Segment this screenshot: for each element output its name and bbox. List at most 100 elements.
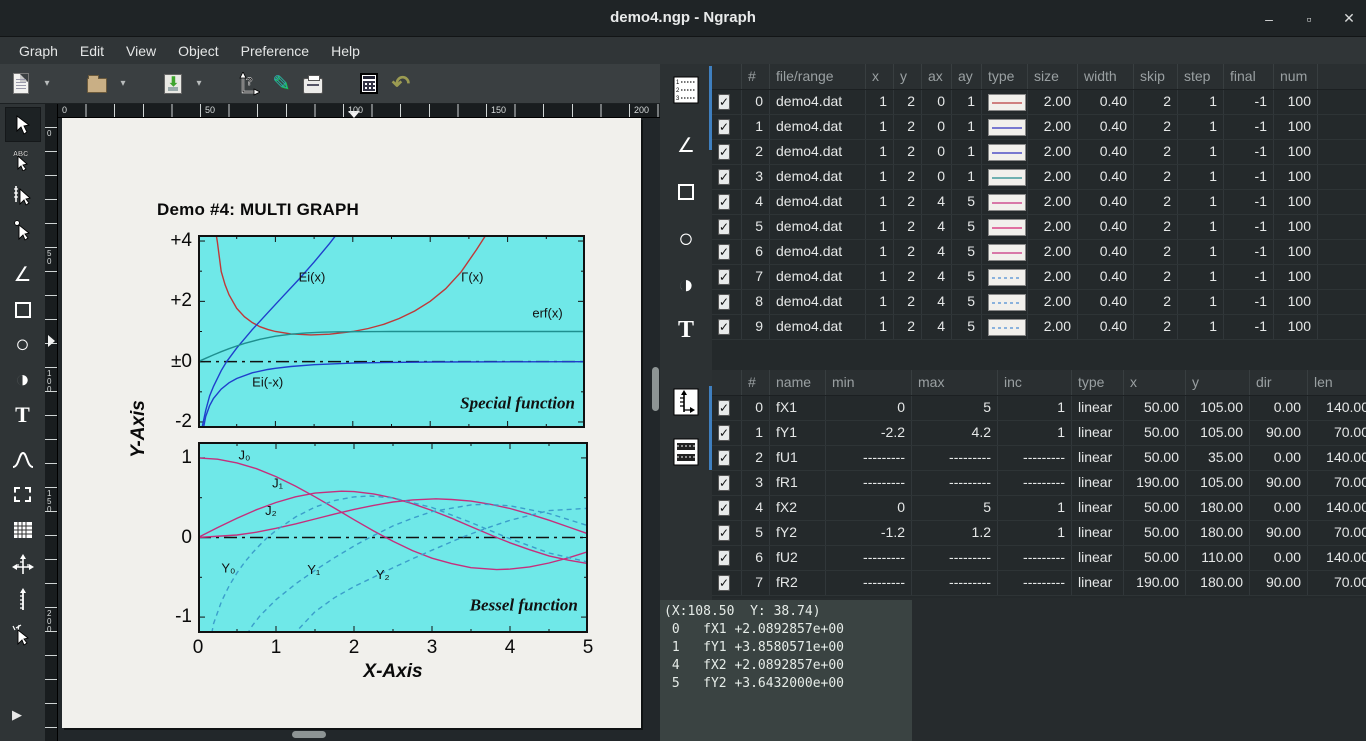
row-checkbox[interactable]: ✓ bbox=[718, 269, 730, 285]
x-axis-title[interactable]: X-Axis bbox=[353, 661, 433, 683]
tab-ellipse[interactable]: ○ bbox=[660, 220, 712, 256]
row-checkbox[interactable]: ✓ bbox=[718, 119, 730, 135]
cell-file: demo4.dat bbox=[770, 190, 866, 214]
tool-arc[interactable]: ◑ bbox=[5, 362, 41, 397]
row-checkbox[interactable]: ✓ bbox=[718, 500, 730, 516]
row-checkbox[interactable]: ✓ bbox=[718, 575, 730, 591]
horizontal-scroll-thumb[interactable] bbox=[292, 731, 326, 738]
drawing-canvas[interactable]: Demo #4: MULTI GRAPH Ei(x)Γ(x)erf(x)Ei(-… bbox=[58, 118, 660, 741]
tool-section-graph[interactable] bbox=[5, 512, 41, 547]
table-row[interactable]: ✓8demo4.dat12452.000.4021-1100 bbox=[712, 290, 1366, 315]
col-header: min bbox=[826, 370, 912, 395]
tool-single-axis[interactable] bbox=[5, 582, 41, 617]
menu-object[interactable]: Object bbox=[167, 39, 229, 63]
row-checkbox[interactable]: ✓ bbox=[718, 294, 730, 310]
y-axis-title[interactable]: Y-Axis bbox=[128, 400, 150, 458]
data-table-header: #file/rangexyaxaytypesizewidthskipstepfi… bbox=[712, 64, 1366, 90]
evaluate-button[interactable] bbox=[356, 70, 382, 98]
table-row[interactable]: ✓2demo4.dat12012.000.4021-1100 bbox=[712, 140, 1366, 165]
half-circle-icon: ◑ bbox=[15, 370, 30, 390]
table-row[interactable]: ✓4demo4.dat12452.000.4021-1100 bbox=[712, 190, 1366, 215]
tool-ellipse[interactable]: ○ bbox=[5, 327, 41, 362]
menu-help[interactable]: Help bbox=[320, 39, 371, 63]
tab-axis[interactable] bbox=[660, 384, 712, 420]
tool-cross-graph[interactable] bbox=[5, 547, 41, 582]
table-row[interactable]: ✓3demo4.dat12012.000.4021-1100 bbox=[712, 165, 1366, 190]
close-button[interactable]: ✕ bbox=[1340, 10, 1358, 27]
graph-page[interactable]: Demo #4: MULTI GRAPH Ei(x)Γ(x)erf(x)Ei(-… bbox=[62, 118, 641, 728]
table-row[interactable]: ✓7demo4.dat12452.000.4021-1100 bbox=[712, 265, 1366, 290]
tool-path[interactable]: ∠ bbox=[5, 257, 41, 292]
table-row[interactable]: ✓9demo4.dat12452.000.4021-1100 bbox=[712, 315, 1366, 340]
row-checkbox[interactable]: ✓ bbox=[718, 169, 730, 185]
table-row[interactable]: ✓2fU1---------------------------linear50… bbox=[712, 446, 1366, 471]
table-row[interactable]: ✓4fX2051linear50.00180.000.00140.0014 bbox=[712, 496, 1366, 521]
minimize-button[interactable]: – bbox=[1260, 11, 1278, 27]
tool-zoom[interactable] bbox=[5, 617, 41, 652]
table-row[interactable]: ✓7fR2---------------------------linear19… bbox=[712, 571, 1366, 596]
tab-data-list[interactable]: 123 bbox=[660, 72, 712, 108]
table-row[interactable]: ✓5fY2-1.21.21linear50.00180.0090.0070.00… bbox=[712, 521, 1366, 546]
row-checkbox[interactable]: ✓ bbox=[718, 194, 730, 210]
tool-rectangle[interactable] bbox=[5, 292, 41, 327]
undo-arrow-icon: ↶ bbox=[392, 74, 410, 94]
save-button[interactable] bbox=[160, 70, 186, 98]
table-row[interactable]: ✓6demo4.dat12452.000.4021-1100 bbox=[712, 240, 1366, 265]
row-checkbox[interactable]: ✓ bbox=[718, 144, 730, 160]
row-checkbox[interactable]: ✓ bbox=[718, 319, 730, 335]
vertical-scroll-thumb[interactable] bbox=[652, 367, 659, 411]
tool-gauss[interactable] bbox=[5, 442, 41, 477]
table-row[interactable]: ✓5demo4.dat12452.000.4021-1100 bbox=[712, 215, 1366, 240]
row-checkbox[interactable]: ✓ bbox=[718, 550, 730, 566]
table-row[interactable]: ✓0fX1051linear50.00105.000.00140.0010 bbox=[712, 396, 1366, 421]
save-dropdown[interactable]: ▾ bbox=[192, 78, 206, 89]
graph-title[interactable]: Demo #4: MULTI GRAPH bbox=[157, 200, 359, 220]
row-checkbox[interactable]: ✓ bbox=[718, 94, 730, 110]
menu-preference[interactable]: Preference bbox=[230, 39, 320, 63]
tool-point[interactable] bbox=[5, 107, 41, 142]
special-function-plot[interactable]: Ei(x)Γ(x)erf(x)Ei(-x)Special function-2±… bbox=[198, 235, 585, 428]
merge-icon bbox=[673, 438, 699, 466]
open-button[interactable] bbox=[84, 70, 110, 98]
tab-arc[interactable]: ◑ bbox=[660, 266, 712, 302]
menu-view[interactable]: View bbox=[115, 39, 167, 63]
calculator-icon bbox=[360, 73, 378, 94]
new-dropdown[interactable]: ▾ bbox=[40, 78, 54, 89]
row-checkbox[interactable]: ✓ bbox=[718, 475, 730, 491]
row-checkbox[interactable]: ✓ bbox=[718, 525, 730, 541]
tool-frame-graph[interactable] bbox=[5, 477, 41, 512]
palette-expand-arrow[interactable]: ▶ bbox=[12, 707, 22, 723]
draw-button[interactable]: ✎ bbox=[268, 70, 294, 98]
tab-rectangle[interactable] bbox=[660, 174, 712, 210]
tool-palette: ABC ∠ ○ ◑ T ▶ bbox=[0, 104, 45, 741]
menu-edit[interactable]: Edit bbox=[69, 39, 115, 63]
tool-legend-point[interactable]: ABC bbox=[5, 142, 41, 177]
table-row[interactable]: ✓1fY1-2.24.21linear50.00105.0090.0070.00… bbox=[712, 421, 1366, 446]
tool-axis-point[interactable] bbox=[5, 177, 41, 212]
open-dropdown[interactable]: ▾ bbox=[116, 78, 130, 89]
tab-path[interactable]: ∠ bbox=[660, 128, 712, 164]
table-row[interactable]: ✓0demo4.dat12012.000.4021-1100 bbox=[712, 90, 1366, 115]
row-checkbox[interactable]: ✓ bbox=[718, 425, 730, 441]
plot-annotation: Ei(x) bbox=[299, 269, 326, 284]
table-row[interactable]: ✓6fU2---------------------------linear50… bbox=[712, 546, 1366, 571]
bessel-function-plot[interactable]: J₀J₁J₂Y₀Y₁Y₂Bessel function-101012345X-A… bbox=[198, 442, 588, 633]
canvas-vertical-scrollbar[interactable] bbox=[652, 118, 659, 741]
new-graph-button[interactable] bbox=[8, 70, 34, 98]
tool-text[interactable]: T bbox=[5, 397, 41, 432]
menu-graph[interactable]: Graph bbox=[8, 39, 69, 63]
row-checkbox[interactable]: ✓ bbox=[718, 450, 730, 466]
tab-text[interactable]: T bbox=[660, 312, 712, 348]
row-checkbox[interactable]: ✓ bbox=[718, 244, 730, 260]
row-checkbox[interactable]: ✓ bbox=[718, 400, 730, 416]
tab-merge[interactable] bbox=[660, 434, 712, 470]
tool-data-point[interactable] bbox=[5, 212, 41, 247]
table-row[interactable]: ✓1demo4.dat12012.000.4021-1100 bbox=[712, 115, 1366, 140]
h-ruler-label: 200 bbox=[634, 105, 649, 115]
undo-button[interactable]: ↶ bbox=[388, 70, 414, 98]
table-row[interactable]: ✓3fR1---------------------------linear19… bbox=[712, 471, 1366, 496]
scale-undo-button[interactable]: ? bbox=[236, 70, 262, 98]
row-checkbox[interactable]: ✓ bbox=[718, 219, 730, 235]
print-button[interactable] bbox=[300, 70, 326, 98]
maximize-button[interactable]: ▫ bbox=[1300, 11, 1318, 27]
